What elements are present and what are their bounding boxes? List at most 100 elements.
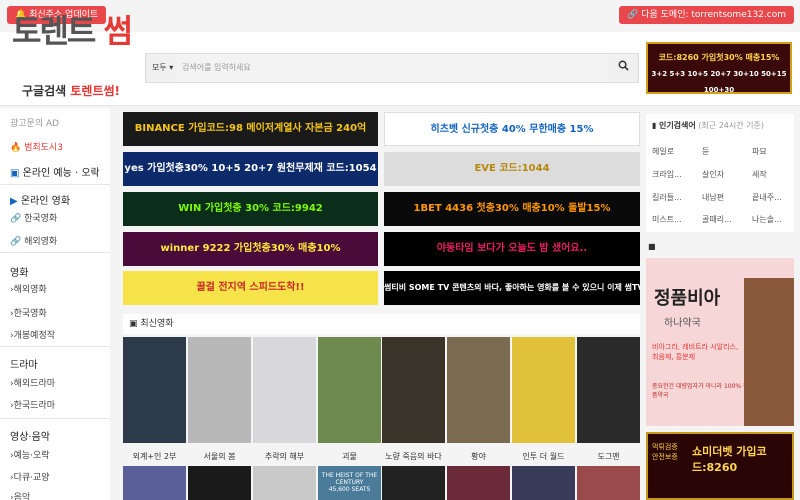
right-ad-viagra[interactable]: 정품비아 하나약국 비아그라, 레비트라 시알리스, 최음제, 흥분제 중요한건… bbox=[646, 258, 794, 426]
sidebar-item-music[interactable]: ›음악 bbox=[10, 490, 30, 500]
ad2-badge: 먹튀검증 안전보증 bbox=[652, 443, 678, 461]
movie-poster[interactable] bbox=[577, 466, 640, 500]
poster-caption: 45,600 SEATS bbox=[328, 486, 371, 493]
ad-description-2: 중요한건 대량업자가 아니라 100% 정품약국 bbox=[652, 383, 749, 399]
movie-poster[interactable] bbox=[577, 337, 640, 443]
movie-title[interactable]: 도그맨 bbox=[577, 451, 640, 462]
movie-poster[interactable] bbox=[447, 466, 510, 500]
sidebar-ad-label: 광고문의 AD bbox=[10, 119, 60, 129]
sidebar-item-variety[interactable]: ›예능·오락 bbox=[10, 448, 50, 461]
sidebar-item-movie-korean[interactable]: ›한국영화 bbox=[10, 306, 47, 319]
ad-banner-sometv[interactable]: 썸티비 SOME TV 콘텐츠의 바다, 좋아하는 영화를 볼 수 있으니 이제… bbox=[384, 271, 640, 305]
sidebar-item-docu[interactable]: ›다큐·교양 bbox=[10, 470, 50, 483]
movie-title[interactable]: 괴물 bbox=[318, 451, 381, 462]
movie-poster[interactable] bbox=[512, 466, 575, 500]
movie-title[interactable]: 외계+인 2부 bbox=[123, 451, 186, 462]
movie-poster[interactable] bbox=[382, 466, 445, 500]
sidebar-item-drama-foreign[interactable]: ›해외드라마 bbox=[10, 376, 55, 389]
ad-subtitle: 하나약국 bbox=[664, 318, 701, 329]
ad-banner-eve[interactable]: EVE 코드:1044 bbox=[384, 152, 640, 186]
ad-banner-win[interactable]: WIN 가입첫충 30% 코드:9942 bbox=[123, 192, 378, 226]
sidebar-item-online-korean-label: 한국영화 bbox=[24, 214, 58, 224]
movie-poster[interactable] bbox=[253, 466, 316, 500]
keyword-item[interactable]: 헤일로 bbox=[652, 146, 674, 157]
next-domain-button[interactable]: 🔗 다음 도메인: torrentsome132.com bbox=[619, 6, 794, 24]
ad-banner-binance[interactable]: BINANCE 가입코드:98 메이저계열사 자본금 240억 bbox=[123, 112, 378, 146]
divider bbox=[0, 184, 110, 185]
movie-title[interactable]: 서울의 봄 bbox=[188, 451, 251, 462]
ad-banner-yes[interactable]: yes 가입첫충30% 10+5 20+7 원천무제재 코드:1054 bbox=[123, 152, 378, 186]
keyword-item[interactable]: 듄 bbox=[702, 146, 709, 157]
ad-banner-yadong[interactable]: 야동타임 보다가 오늘도 밤 샜어요.. bbox=[384, 232, 640, 266]
sidebar-item-drama-foreign-label: 해외드라마 bbox=[13, 379, 56, 389]
link-icon: 🔗 bbox=[10, 214, 22, 224]
popular-search-header: ▮ 인기검색어 (최근 24시간 기준) bbox=[652, 120, 764, 131]
keyword-item[interactable]: 끝내주... bbox=[752, 192, 782, 203]
sidebar-item-online-korean[interactable]: 🔗 한국영화 bbox=[10, 211, 57, 224]
movie-poster[interactable] bbox=[188, 337, 251, 443]
ad-banner-1bet[interactable]: 1BET 4436 첫충30% 매충10% 돌발15% bbox=[384, 192, 640, 226]
sidebar-item-docu-label: 다큐·교양 bbox=[13, 473, 50, 483]
top-right-ad-banner[interactable]: 코드:8260 가입첫30% 매충15% 3+2 5+3 10+5 20+7 3… bbox=[646, 42, 792, 94]
search-category-select[interactable]: 모두 ▾ bbox=[146, 54, 176, 82]
tagline: 구글검색 토렌트썸! bbox=[22, 82, 120, 99]
movie-poster[interactable] bbox=[447, 337, 510, 443]
keyword-item[interactable]: 살인자 bbox=[702, 169, 724, 180]
left-sidebar: 광고문의 AD 🔥 범죄도시3 ▣ 온라인 예능 · 오락 ▶ 온라인 영화 🔗… bbox=[0, 108, 110, 500]
keyword-item[interactable]: 나는솔... bbox=[752, 214, 782, 225]
sidebar-item-online-tv[interactable]: ▣ 온라인 예능 · 오락 bbox=[10, 164, 100, 179]
movie-poster[interactable] bbox=[382, 337, 445, 443]
play-icon: ▶ bbox=[10, 196, 18, 207]
ad-banner-winner[interactable]: winner 9222 가입첫충30% 매충10% bbox=[123, 232, 378, 266]
movie-poster[interactable] bbox=[123, 337, 186, 443]
sidebar-hot-link[interactable]: 🔥 범죄도시3 bbox=[10, 140, 63, 153]
keyword-item[interactable]: 킬러들... bbox=[652, 192, 682, 203]
ad-title: 정품비아 bbox=[654, 288, 721, 309]
search-input[interactable]: 검색어를 입력하세요 bbox=[176, 54, 608, 82]
movie-title[interactable]: 추락의 해부 bbox=[253, 451, 316, 462]
movie-poster[interactable] bbox=[318, 337, 381, 443]
movie-poster[interactable] bbox=[512, 337, 575, 443]
sidebar-item-movie-upcoming-label: 개봉예정작 bbox=[13, 331, 56, 341]
list-icon: ▮ bbox=[652, 121, 657, 130]
search-button[interactable] bbox=[608, 54, 638, 82]
sidebar-item-movie-upcoming[interactable]: ›개봉예정작 bbox=[10, 328, 55, 341]
keyword-item[interactable]: 내남편 bbox=[702, 192, 724, 203]
movie-poster[interactable] bbox=[253, 337, 316, 443]
sidebar-item-drama-korean[interactable]: ›한국드라마 bbox=[10, 398, 55, 411]
sidebar-item-online-foreign[interactable]: 🔗 해외영화 bbox=[10, 234, 57, 247]
movie-title[interactable]: 인투 더 월드 bbox=[512, 451, 575, 462]
keyword-item[interactable]: 미스트... bbox=[652, 214, 682, 225]
sidebar-ad-link[interactable]: 광고문의 AD bbox=[10, 116, 59, 129]
ad-banner-hitsbet[interactable]: 히츠벳 신규첫충 40% 무한매충 15% bbox=[384, 112, 640, 146]
latest-movies-header: ▣ 최신영화 bbox=[123, 314, 640, 334]
keyword-item[interactable]: 크라임... bbox=[652, 169, 682, 180]
movie-title[interactable]: 황야 bbox=[447, 451, 510, 462]
sidebar-heading-movie: 영화 bbox=[10, 268, 29, 279]
ad-banner-kkulgeol[interactable]: 꿀걸 전지역 스피드도착!! bbox=[123, 271, 378, 305]
movie-poster[interactable] bbox=[188, 466, 251, 500]
film-icon: ▣ bbox=[129, 319, 138, 329]
keyword-item[interactable]: 골때리... bbox=[702, 214, 732, 225]
site-logo[interactable]: 토렌트 썸 bbox=[12, 12, 133, 50]
sidebar-item-movie-foreign-label: 해외영화 bbox=[13, 285, 47, 295]
movie-poster[interactable] bbox=[123, 466, 186, 500]
page: 🔔 최신주소 업데이트 🔗 다음 도메인: torrentsome132.com… bbox=[0, 0, 800, 500]
sidebar-item-drama-korean-label: 한국드라마 bbox=[13, 401, 56, 411]
sidebar-item-online-movie-label: 온라인 영화 bbox=[20, 196, 71, 207]
movie-poster[interactable]: THE HEIST OF THE CENTURY 45,600 SEATS bbox=[318, 466, 381, 500]
sidebar-item-online-movie[interactable]: ▶ 온라인 영화 bbox=[10, 192, 70, 207]
section-title: 최신영화 bbox=[140, 319, 174, 329]
tagline-prefix: 구글검색 bbox=[22, 84, 67, 98]
right-ad-showmethebet[interactable]: 먹튀검증 안전보증 쇼미더벳 가입코드:8260 bbox=[646, 432, 794, 500]
logo-text-main: 토렌트 bbox=[12, 12, 96, 50]
movie-title[interactable]: 노량 죽음의 바다 bbox=[382, 451, 445, 462]
sidebar-item-movie-foreign[interactable]: ›해외영화 bbox=[10, 282, 47, 295]
tagline-accent: 토렌트썸! bbox=[70, 84, 120, 98]
top-banner-line2: 3+2 5+3 10+5 20+7 30+10 50+15 100+30 bbox=[651, 70, 787, 94]
keyword-item[interactable]: 파묘 bbox=[752, 146, 767, 157]
fire-icon: 🔥 bbox=[10, 143, 22, 153]
sidebar-heading-drama: 드라마 bbox=[10, 360, 38, 371]
ad2-text: 쇼미더벳 가입코드:8260 bbox=[692, 445, 767, 474]
keyword-item[interactable]: 세작 bbox=[752, 169, 767, 180]
